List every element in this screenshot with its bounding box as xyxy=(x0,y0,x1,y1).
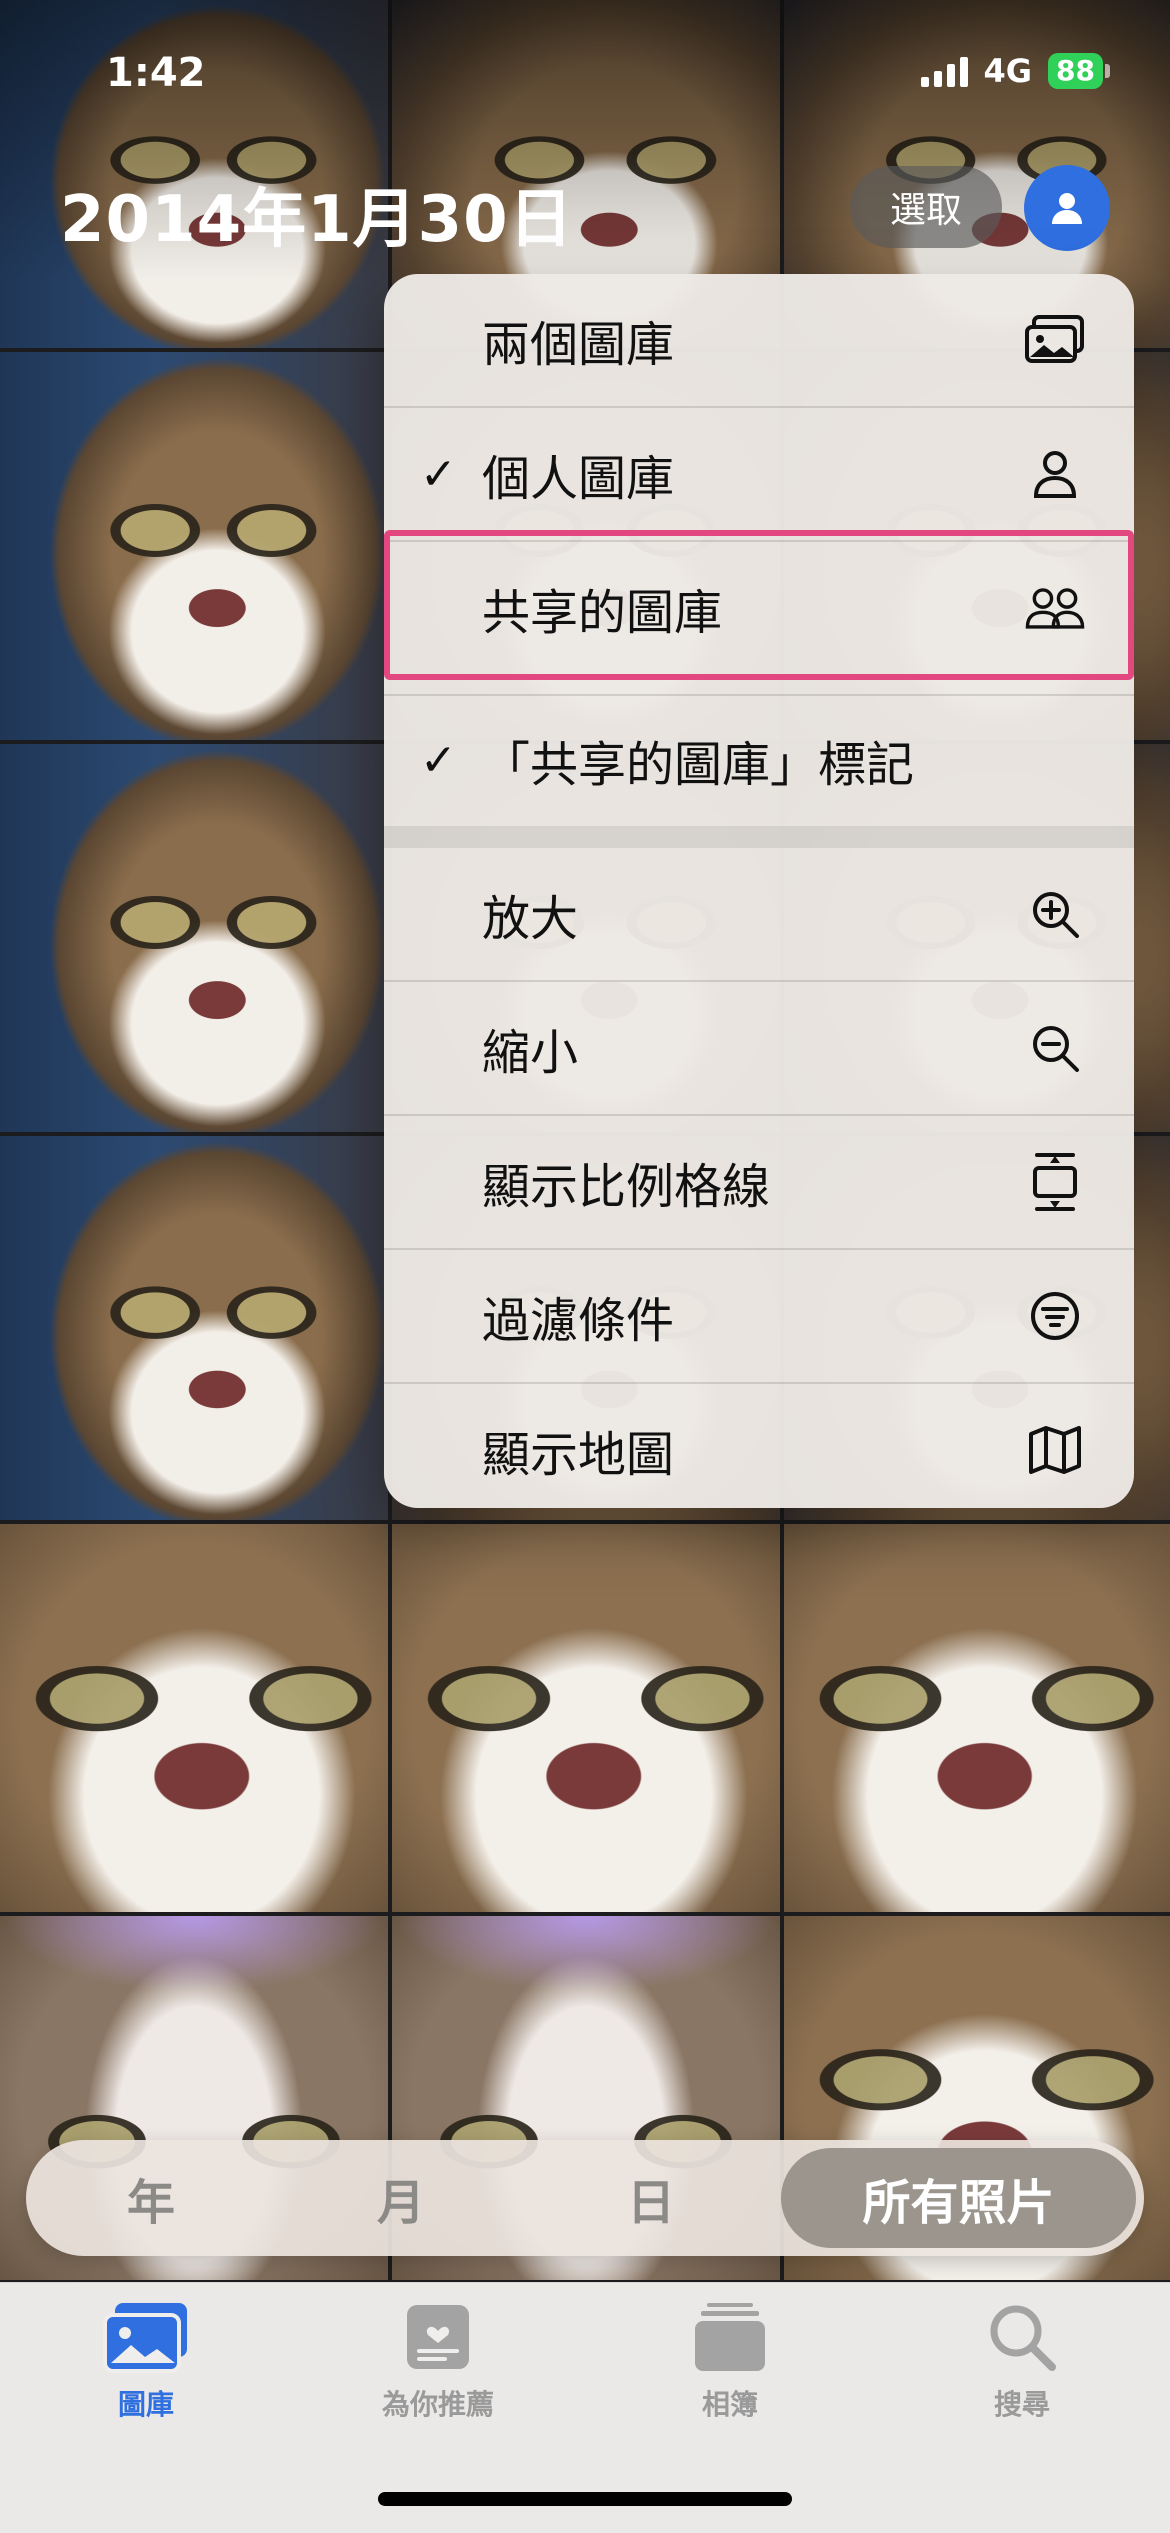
tab-label: 為你推薦 xyxy=(381,2388,494,2421)
tab-label: 相簿 xyxy=(701,2388,758,2421)
menu-item-shared-library-badge[interactable]: ✓ 「共享的圖庫」標記 xyxy=(384,694,1134,826)
menu-item-label: 放大 xyxy=(482,891,579,947)
menu-item-label: 個人圖庫 xyxy=(482,451,675,507)
for-you-icon xyxy=(407,2305,469,2369)
menu-item-zoom-out[interactable]: 縮小 xyxy=(384,982,1134,1114)
zoom-out-icon xyxy=(1024,1017,1086,1079)
checkmark-icon: ✓ xyxy=(420,734,457,786)
tab-library[interactable]: 圖庫 xyxy=(46,2301,246,2423)
menu-group-divider xyxy=(384,826,1134,848)
segment-all-photos[interactable]: 所有照片 xyxy=(781,2148,1136,2248)
segment-months[interactable]: 月 xyxy=(276,2140,526,2256)
menu-item-label: 過濾條件 xyxy=(482,1293,675,1349)
menu-item-label: 顯示比例格線 xyxy=(482,1159,771,1215)
tab-search[interactable]: 搜尋 xyxy=(922,2301,1122,2423)
photo-thumbnail[interactable] xyxy=(0,1524,388,1912)
photo-thumbnail[interactable] xyxy=(0,1136,388,1520)
status-time: 1:42 xyxy=(106,50,206,96)
tab-label: 圖庫 xyxy=(117,2388,174,2421)
photo-thumbnail[interactable] xyxy=(392,1524,780,1912)
person-icon xyxy=(1052,193,1082,224)
date-title: 2014年1月30日 xyxy=(60,183,574,257)
tab-albums[interactable]: 相簿 xyxy=(630,2301,830,2423)
menu-item-label: 縮小 xyxy=(482,1025,579,1081)
menu-item-both-libraries[interactable]: 兩個圖庫 xyxy=(384,274,1134,406)
search-icon xyxy=(990,2305,1056,2371)
highlight-annotation-box xyxy=(384,530,1134,680)
menu-item-label: 顯示地圖 xyxy=(482,1427,675,1483)
tab-for-you[interactable]: 為你推薦 xyxy=(338,2301,538,2423)
select-button[interactable]: 選取 xyxy=(850,166,1002,248)
battery-icon: 88 xyxy=(1048,53,1110,89)
zoom-in-icon xyxy=(1024,883,1086,945)
library-icon xyxy=(103,2303,187,2373)
home-indicator[interactable] xyxy=(378,2492,792,2506)
cellular-signal-icon xyxy=(920,55,968,87)
tab-label: 搜尋 xyxy=(993,2388,1050,2421)
aspect-grid-icon xyxy=(1024,1151,1086,1213)
time-scale-segmented-control: 年 月 日 所有照片 xyxy=(26,2140,1144,2256)
photos-stack-icon xyxy=(1024,309,1086,371)
segment-days[interactable]: 日 xyxy=(526,2140,776,2256)
map-icon xyxy=(1024,1419,1086,1481)
menu-item-aspect-ratio-grid[interactable]: 顯示比例格線 xyxy=(384,1116,1134,1248)
photo-thumbnail[interactable] xyxy=(0,744,388,1132)
profile-button[interactable] xyxy=(1024,165,1110,251)
menu-item-zoom-in[interactable]: 放大 xyxy=(384,848,1134,980)
menu-item-personal-library[interactable]: ✓ 個人圖庫 xyxy=(384,408,1134,540)
photo-thumbnail[interactable] xyxy=(784,1524,1170,1912)
library-options-menu: 兩個圖庫 ✓ 個人圖庫 共享的圖庫 ✓ 「共享的圖庫」標記 放大 縮小 顯示比例… xyxy=(384,274,1134,1508)
menu-item-label: 「共享的圖庫」標記 xyxy=(482,737,915,793)
battery-level: 88 xyxy=(1048,53,1103,89)
person-icon xyxy=(1024,443,1086,505)
menu-item-filter[interactable]: 過濾條件 xyxy=(384,1250,1134,1382)
checkmark-icon: ✓ xyxy=(420,448,457,500)
filter-icon xyxy=(1024,1285,1086,1347)
photo-thumbnail[interactable] xyxy=(0,352,388,740)
segment-years[interactable]: 年 xyxy=(26,2140,276,2256)
menu-item-label: 兩個圖庫 xyxy=(482,317,675,373)
status-indicators: 4G 88 xyxy=(920,52,1110,90)
menu-item-show-map[interactable]: 顯示地圖 xyxy=(384,1384,1134,1508)
albums-icon xyxy=(695,2303,765,2371)
network-type: 4G xyxy=(983,52,1033,90)
